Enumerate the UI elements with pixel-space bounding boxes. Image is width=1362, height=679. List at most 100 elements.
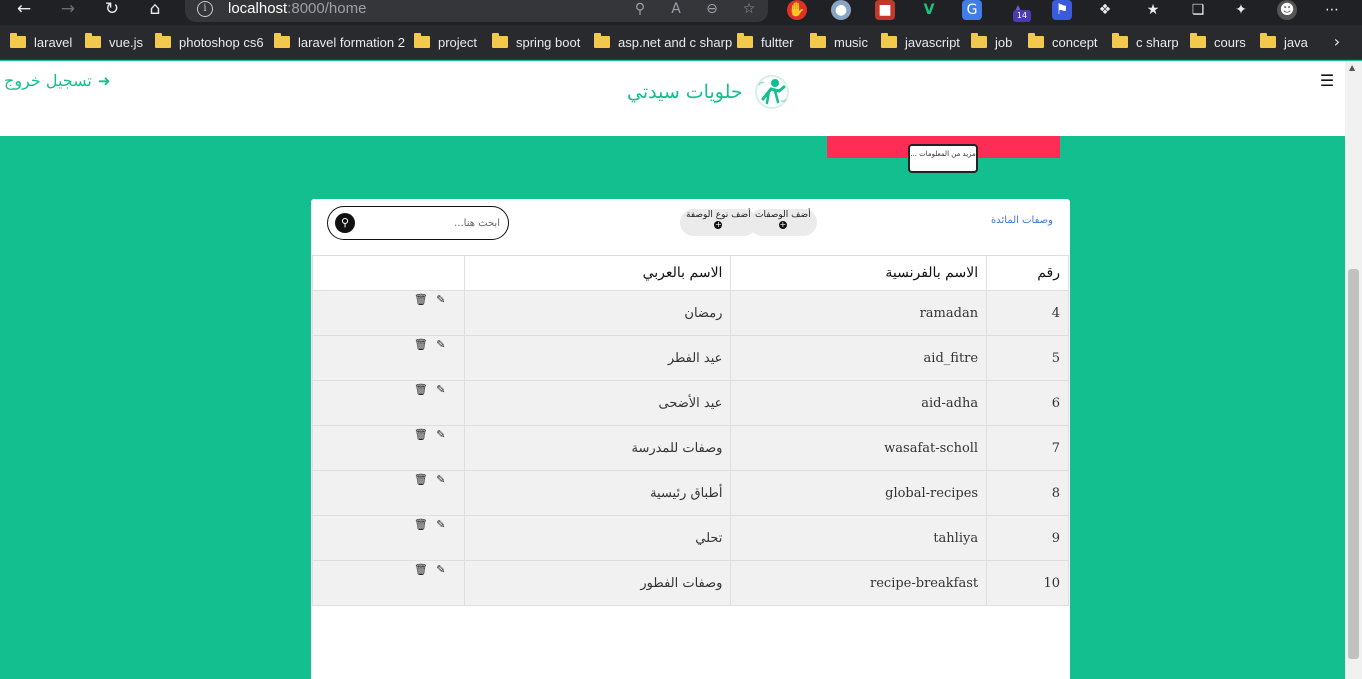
reload-icon[interactable]: ↻ [100, 0, 124, 20]
more-info-button[interactable]: مزيد من المعلومات ... [908, 144, 978, 173]
folder-icon [414, 33, 430, 48]
bookmark-music[interactable]: music [810, 25, 868, 59]
row-arabic-name: وصفات للمدرسة [463, 425, 732, 471]
table-row: 4 ramadan رمضان 🗑 ✎ [312, 290, 1069, 336]
plus-circle-icon: + [778, 220, 787, 229]
extension-red-icon[interactable]: ■ [875, 0, 895, 20]
profile-avatar[interactable]: ☻ [1277, 0, 1297, 20]
pencil-icon[interactable]: ✎ [435, 293, 447, 306]
bookmark-laravel-formation[interactable]: laravel formation 2 [274, 25, 405, 59]
column-header-arabic-name: الاسم بالعربي [463, 255, 732, 291]
pencil-icon[interactable]: ✎ [435, 428, 447, 441]
row-actions: 🗑 ✎ [312, 290, 465, 336]
pencil-icon[interactable]: ✎ [435, 383, 447, 396]
folder-icon [810, 33, 826, 48]
search-input[interactable] [360, 213, 500, 233]
bookmark-c-sharp[interactable]: c sharp [1112, 25, 1179, 59]
key-icon[interactable]: ⚲ [631, 1, 649, 19]
site-info-icon[interactable]: i [197, 1, 213, 17]
site-header: ➜ تسجيل خروج حلويات سيدتي ☰ [0, 61, 1345, 136]
trash-icon[interactable]: 🗑 [414, 293, 428, 306]
extensions-puzzle-icon[interactable]: ❖ [1095, 0, 1115, 20]
brand[interactable]: حلويات سيدتي [627, 73, 793, 111]
extension-count-badge: 14 [1013, 10, 1031, 22]
folder-icon [10, 33, 26, 48]
home-icon[interactable]: ⌂ [143, 0, 167, 20]
adblock-extension-icon[interactable]: ✋ [787, 0, 807, 20]
trash-icon[interactable]: 🗑 [414, 518, 428, 531]
bookmark-label: photoshop cs6 [179, 34, 264, 50]
bookmark-aspnet[interactable]: asp.net and c sharp [594, 25, 732, 59]
column-header-french-name: الاسم بالفرنسية [730, 255, 988, 291]
trash-icon[interactable]: 🗑 [414, 428, 428, 441]
pencil-icon[interactable]: ✎ [435, 473, 447, 486]
favorites-icon[interactable]: ★ [1143, 0, 1163, 20]
pencil-icon[interactable]: ✎ [435, 563, 447, 576]
extension-circle-icon[interactable]: ● [831, 0, 851, 20]
folder-icon [594, 33, 610, 48]
pencil-icon[interactable]: ✎ [435, 338, 447, 351]
more-options-icon[interactable]: ⋯ [1322, 0, 1342, 20]
recipes-panel: وصفات المائدة أضف الوصفات + أضف نوع الوص… [311, 199, 1070, 679]
row-id: 5 [986, 335, 1069, 381]
folder-icon [1260, 33, 1276, 48]
chevron-right-icon[interactable]: › [1328, 32, 1346, 52]
table-header-row: رقم الاسم بالفرنسية الاسم بالعربي [312, 255, 1069, 291]
bookmark-label: javascript [905, 34, 960, 50]
url-text[interactable]: localhost:8000/home [228, 0, 366, 18]
bookmark-vuejs[interactable]: vue.js [85, 25, 143, 59]
performance-icon[interactable]: ✦ [1231, 0, 1251, 20]
pencil-icon[interactable]: ✎ [435, 518, 447, 531]
plus-circle-icon: + [714, 220, 723, 229]
forward-arrow-icon[interactable]: → [56, 0, 80, 20]
row-french-name: global-recipes [730, 470, 988, 516]
bookmark-label: music [834, 34, 868, 50]
bookmark-java[interactable]: java [1260, 25, 1308, 59]
bookmark-fultter[interactable]: fultter [737, 25, 794, 59]
trash-icon[interactable]: 🗑 [414, 563, 428, 576]
translate-extension-icon[interactable]: G [962, 0, 982, 20]
sign-in-arrow-icon: ➜ [97, 71, 111, 90]
row-id: 9 [986, 515, 1069, 561]
trash-icon[interactable]: 🗑 [414, 383, 428, 396]
table-recipes-link[interactable]: وصفات المائدة [991, 215, 1053, 226]
collections-icon[interactable]: ❏ [1188, 0, 1208, 20]
trash-icon[interactable]: 🗑 [414, 473, 428, 486]
bookmark-project[interactable]: project [414, 25, 477, 59]
table-row: 10 recipe-breakfast وصفات الفطور 🗑 ✎ [312, 560, 1069, 606]
bookmark-cours[interactable]: cours [1190, 25, 1246, 59]
bookmark-laravel[interactable]: laravel [10, 25, 72, 59]
add-recipe-type-button[interactable]: أضف نوع الوصفة + [680, 209, 757, 236]
read-aloud-icon[interactable]: A [667, 1, 685, 19]
url-host: localhost [228, 0, 288, 17]
bookmark-label: laravel formation 2 [298, 34, 405, 50]
bookmark-label: spring boot [516, 34, 581, 50]
bookmark-concept[interactable]: concept [1028, 25, 1098, 59]
extension-flag-icon[interactable]: ⚑ [1052, 0, 1072, 20]
row-french-name: aid-adha [730, 380, 988, 426]
row-arabic-name: تحلي [463, 515, 732, 561]
trash-icon[interactable]: 🗑 [414, 338, 428, 351]
hamburger-menu-icon[interactable]: ☰ [1319, 73, 1335, 89]
zoom-out-icon[interactable]: ⊖ [703, 1, 721, 19]
chef-logo-icon [754, 75, 789, 109]
vue-extension-icon[interactable]: V [919, 0, 939, 20]
bookmark-spring-boot[interactable]: spring boot [492, 25, 580, 59]
page-scrollbar[interactable]: ▲ [1345, 61, 1362, 679]
bookmark-job[interactable]: job [971, 25, 1012, 59]
address-bar[interactable]: i localhost:8000/home ⚲ A ⊖ ☆ [185, 0, 768, 22]
recipes-table: رقم الاسم بالفرنسية الاسم بالعربي 4 rama… [312, 255, 1069, 606]
brand-name: حلويات سيدتي [627, 81, 743, 103]
scroll-thumb[interactable] [1348, 269, 1359, 659]
bookmark-javascript[interactable]: javascript [881, 25, 960, 59]
back-arrow-icon[interactable]: ← [12, 0, 36, 20]
folder-icon [881, 33, 897, 48]
table-row: 6 aid-adha عيد الأضحى 🗑 ✎ [312, 380, 1069, 426]
row-french-name: wasafat-scholl [730, 425, 988, 471]
add-recipes-button[interactable]: أضف الوصفات + [749, 209, 817, 236]
search-icon[interactable]: ⚲ [335, 213, 355, 233]
favorite-star-icon[interactable]: ☆ [740, 1, 758, 19]
logout-link[interactable]: ➜ تسجيل خروج [4, 71, 110, 90]
scroll-up-arrow-icon[interactable]: ▲ [1349, 63, 1355, 72]
bookmark-photoshop[interactable]: photoshop cs6 [155, 25, 264, 59]
